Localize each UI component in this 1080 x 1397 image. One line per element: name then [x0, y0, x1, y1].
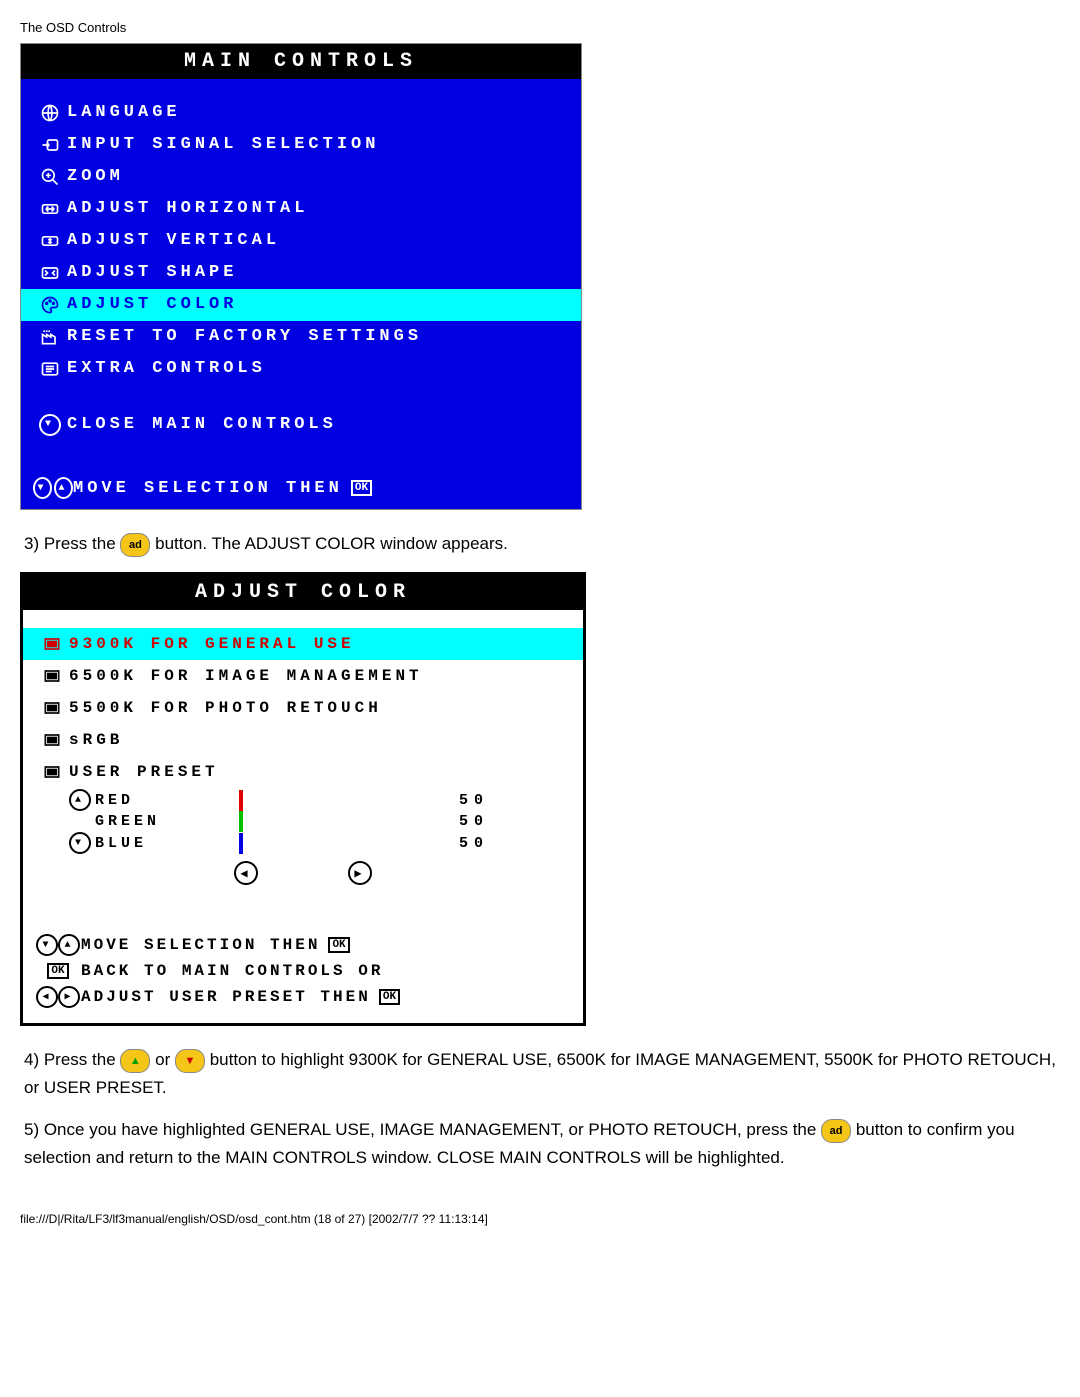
blue-value: 50 [429, 835, 513, 852]
color-item-9300k[interactable]: 9300K FOR GENERAL USE [23, 628, 583, 660]
list-icon [33, 359, 67, 379]
menu-label: INPUT SIGNAL SELECTION [67, 131, 379, 159]
ok-icon: OK [379, 989, 400, 1005]
adjust-color-window: ADJUST COLOR 9300K FOR GENERAL USE 6500K… [20, 572, 586, 1026]
hint2: BACK TO MAIN CONTROLS OR [81, 962, 383, 980]
ok-icon: OK [35, 963, 81, 979]
left-icon: ◀ [234, 861, 258, 885]
step-4: 4) Press the or button to highlight 9300… [24, 1046, 1056, 1102]
blue-label: BLUE [95, 835, 147, 852]
color-item-6500k[interactable]: 6500K FOR IMAGE MANAGEMENT [23, 660, 583, 692]
updown-icon: ▼▲ [33, 477, 73, 499]
menu-item-extra[interactable]: EXTRA CONTROLS [21, 353, 581, 385]
green-label: GREEN [95, 813, 160, 830]
factory-icon [33, 327, 67, 347]
menu-item-reset[interactable]: RESET TO FACTORY SETTINGS [21, 321, 581, 353]
up-button-icon [120, 1049, 150, 1073]
right-icon: ▶ [348, 861, 372, 885]
step5-prefix: 5) Once you have highlighted GENERAL USE… [24, 1120, 821, 1139]
ok-icon: OK [351, 480, 372, 496]
preset-icon [35, 634, 69, 654]
color-label: 6500K FOR IMAGE MANAGEMENT [69, 662, 423, 690]
up-icon: ▲ [69, 789, 91, 811]
preset-blue[interactable]: ▼BLUE 50 [23, 831, 583, 855]
menu-item-zoom[interactable]: ZOOM [21, 161, 581, 193]
menu-item-close[interactable]: ▼ CLOSE MAIN CONTROLS [21, 409, 581, 441]
menu-label: CLOSE MAIN CONTROLS [67, 411, 337, 439]
updown-icon: ▼▲ [35, 934, 81, 956]
main-controls-window: MAIN CONTROLS LANGUAGE INPUT SIGNAL SELE… [20, 43, 582, 510]
vertical-icon [33, 231, 67, 251]
page-header: The OSD Controls [20, 20, 1060, 35]
color-label: 9300K FOR GENERAL USE [69, 630, 355, 658]
hint3: ADJUST USER PRESET THEN [81, 988, 371, 1006]
red-value: 50 [429, 792, 513, 809]
shape-icon [33, 263, 67, 283]
menu-label: ADJUST HORIZONTAL [67, 195, 308, 223]
color-item-srgb[interactable]: sRGB [23, 724, 583, 756]
preset-red[interactable]: ▲RED 50 [23, 788, 583, 812]
menu-label: LANGUAGE [67, 99, 181, 127]
color-label: 5500K FOR PHOTO RETOUCH [69, 694, 382, 722]
step-3: 3) Press the ad button. The ADJUST COLOR… [24, 530, 1056, 558]
leftright-icon: ◀▶ [35, 986, 81, 1008]
adjust-color-hints: ▼▲ MOVE SELECTION THEN OK OK BACK TO MAI… [23, 925, 583, 1023]
menu-label: ADJUST VERTICAL [67, 227, 280, 255]
step4-mid: or [155, 1050, 175, 1069]
main-controls-title: MAIN CONTROLS [21, 44, 581, 79]
preset-icon [35, 762, 69, 782]
hint-text: MOVE SELECTION THEN [73, 479, 343, 498]
menu-item-input[interactable]: INPUT SIGNAL SELECTION [21, 129, 581, 161]
menu-label: ADJUST SHAPE [67, 259, 237, 287]
down-button-icon [175, 1049, 205, 1073]
preset-icon [35, 666, 69, 686]
menu-label: ZOOM [67, 163, 124, 191]
red-label: RED [95, 792, 134, 809]
ok-icon: OK [328, 937, 349, 953]
step-5: 5) Once you have highlighted GENERAL USE… [24, 1116, 1056, 1172]
color-item-user[interactable]: USER PRESET [23, 756, 583, 788]
left-right-icons: ◀ ▶ [23, 855, 583, 895]
menu-label: ADJUST COLOR [67, 291, 237, 319]
color-label: USER PRESET [69, 758, 219, 786]
ok-button-icon: ad [120, 533, 150, 557]
zoom-icon [33, 167, 67, 187]
green-bar [239, 811, 243, 832]
preset-icon [35, 730, 69, 750]
adjust-color-title: ADJUST COLOR [23, 575, 583, 610]
ok-button-icon: ad [821, 1119, 851, 1143]
color-item-5500k[interactable]: 5500K FOR PHOTO RETOUCH [23, 692, 583, 724]
preset-icon [35, 698, 69, 718]
input-icon [33, 135, 67, 155]
menu-label: RESET TO FACTORY SETTINGS [67, 323, 422, 351]
palette-icon [33, 295, 67, 315]
main-controls-hint: ▼▲ MOVE SELECTION THEN OK [21, 467, 581, 509]
step3-suffix: button. The ADJUST COLOR window appears. [155, 534, 508, 553]
menu-item-shape[interactable]: ADJUST SHAPE [21, 257, 581, 289]
menu-label: EXTRA CONTROLS [67, 355, 266, 383]
color-label: sRGB [69, 726, 123, 754]
red-bar [239, 790, 243, 811]
globe-icon [33, 103, 67, 123]
horizontal-icon [33, 199, 67, 219]
close-icon: ▼ [33, 414, 67, 436]
hint1: MOVE SELECTION THEN [81, 936, 320, 954]
footer-path: file:///D|/Rita/LF3/lf3manual/english/OS… [20, 1212, 1060, 1226]
green-value: 50 [429, 813, 513, 830]
step4-prefix: 4) Press the [24, 1050, 120, 1069]
step3-prefix: 3) Press the [24, 534, 120, 553]
menu-item-color[interactable]: ADJUST COLOR [21, 289, 581, 321]
menu-item-horizontal[interactable]: ADJUST HORIZONTAL [21, 193, 581, 225]
blue-bar [239, 833, 243, 854]
down-icon: ▼ [69, 832, 91, 854]
menu-item-vertical[interactable]: ADJUST VERTICAL [21, 225, 581, 257]
preset-green[interactable]: GREEN 50 [23, 812, 583, 831]
menu-item-language[interactable]: LANGUAGE [21, 97, 581, 129]
